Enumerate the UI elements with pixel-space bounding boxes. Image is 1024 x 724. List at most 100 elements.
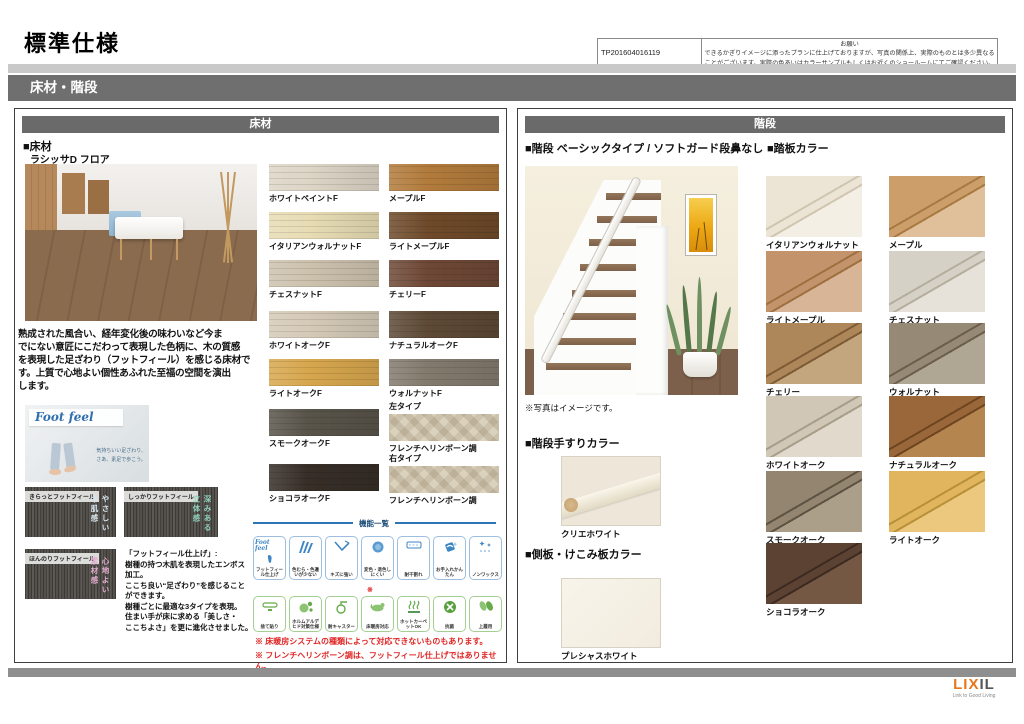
texture-tile-honnori: ほんのりフットフィール 心地よい素材感 [25, 549, 116, 599]
floor-swatch: チェスナットF [269, 260, 380, 300]
tread-swatch: ライトオーク [889, 471, 985, 546]
lixil-tagline: Link to Good Living [938, 693, 1010, 699]
tread-swatch: ナチュラルオーク [889, 396, 985, 471]
tread-swatch-image [766, 396, 862, 457]
photo-plant-leaf [697, 277, 702, 355]
footfeel-promo-image: Foot feel 気持ちいい足ざわり、 さあ、素足で歩こう。 [25, 405, 149, 482]
function-nonwax: ノンワックス [469, 536, 502, 580]
floor-panel-header: 床材 [22, 116, 499, 133]
floor-swatch: ナチュラルオークF [389, 311, 500, 351]
divider-bar-top [8, 64, 1016, 73]
floor-swatch: ホワイトオークF [269, 311, 380, 351]
photo-stair-tread [555, 338, 636, 345]
tread-swatch: メープル [889, 176, 985, 251]
photo-bench [115, 217, 182, 239]
footfeel-note: 「フットフィール仕上げ」: 樹種の持つ木肌を表現したエンボス 加工。 ここち良い… [125, 549, 263, 633]
function-formaldehyde: ホルムアルデヒド対策仕様 [289, 596, 322, 632]
photo-bench-leg [120, 239, 122, 259]
crack-resist-icon [406, 540, 422, 550]
nonwax-icon [478, 540, 494, 554]
tread-swatch: スモークオーク [766, 471, 862, 546]
stairs-heading: ■階段 ベーシックタイプ / ソフトガード段鼻なし [525, 140, 763, 156]
floor-swatch-image [389, 164, 499, 191]
floor-swatch: ショコラオークF [269, 464, 380, 504]
floor-swatch-image [389, 260, 499, 287]
tread-swatch-image [766, 176, 862, 237]
photo-stair-halfwall [636, 226, 668, 395]
photo-stair-tread [563, 313, 640, 320]
photo-bench-leg [150, 239, 152, 259]
floor-swatch-image [269, 260, 379, 287]
divider-bar-bottom [8, 668, 1016, 677]
floor-swatch-image [269, 164, 379, 191]
hot-carpet-icon [406, 600, 422, 614]
photo-stair-tread [597, 216, 657, 223]
photo-wall-art-print [689, 198, 713, 252]
floor-swatch: イタリアンウォルナットF [269, 212, 380, 252]
function-fade-resistant: 変色・退色しにくい [361, 536, 394, 580]
function-caster: 耐キャスター [325, 596, 358, 632]
notice-title: お願い [702, 40, 997, 49]
floor-swatch: ライトオークF [269, 359, 380, 399]
function-slippers: 上履用 [469, 596, 502, 632]
handrail-rod [561, 468, 661, 521]
subfloor-icon [262, 600, 278, 612]
floor-description: 熟成された風合い、経年変化後の味わいなど今ま でにない意匠にこだわって表現した色… [18, 328, 262, 393]
slippers-icon [478, 600, 494, 612]
photo-chair [88, 180, 109, 215]
floor-swatch-image [389, 359, 499, 386]
photo-plant-leaf [715, 306, 733, 356]
function-color-even: 色むら・色違いが少ない [289, 536, 322, 580]
photo-chair [62, 173, 85, 214]
function-list-title: 機能一覧 [353, 518, 395, 529]
handrail-color-name: クリエホワイト [561, 528, 621, 540]
handrail-heading: ■階段手すりカラー [525, 435, 620, 451]
tread-swatch: チェスナット [889, 251, 985, 326]
tread-swatch: イタリアンウォルナット [766, 176, 862, 251]
fade-resist-icon [371, 540, 385, 554]
floor-swatch-herringbone-right: 右タイプ フレンチヘリンボーン調 [389, 453, 500, 506]
texture-tile-caption: 深みある立体感 [191, 495, 213, 537]
floor-swatch-image [389, 212, 499, 239]
function-antibacterial: 抗菌 [433, 596, 466, 632]
notice-table: TP201604016119 お願い できるかぎりイメージに添ったプランに仕上げ… [597, 38, 998, 66]
caster-icon [334, 600, 350, 614]
floor-swatch-image [269, 409, 379, 436]
floor-swatch: ライトメープルF [389, 212, 500, 252]
floor-panel: 床材 ■床材 ラシッサD フロア 熟成された風合い、経年変化後の味わいなど今ま … [14, 108, 507, 663]
art-branch [704, 222, 708, 250]
footfeel-icon: Foot feel [255, 540, 284, 552]
floor-note-1: ※ 床暖房システムの種類によって対応できないものもあります。 [255, 636, 488, 647]
footfeel-caption: 気持ちいい足ざわり、 さあ、素足で歩こう。 [96, 447, 146, 464]
sideboard-heading: ■側板・けこみ板カラー [525, 546, 642, 562]
function-scratch-resistant: キズに強い [325, 536, 358, 580]
floor-swatch: メープルF [389, 164, 500, 204]
tread-swatch: チェリー [766, 323, 862, 398]
texture-tile-label: しっかりフットフィール [124, 491, 198, 502]
sideboard-color-name: プレシャスホワイト [561, 650, 638, 662]
lixil-logo: LIXIL Link to Good Living [938, 677, 1010, 699]
floor-swatch-image [389, 466, 499, 493]
stairs-panel-header: 階段 [525, 116, 1005, 133]
easy-clean-icon [442, 540, 458, 554]
handrail-rod-end [564, 498, 578, 512]
sideboard-swatch [561, 578, 661, 648]
floor-heating-asterisk: ※ [367, 586, 373, 594]
floor-swatch-image [269, 212, 379, 239]
art-branch [695, 228, 699, 250]
photo-leg [50, 443, 61, 471]
tread-swatch-image [889, 396, 985, 457]
function-crack-resistant: 耐干割れ [397, 536, 430, 580]
stairs-panel: 階段 ■階段 ベーシックタイプ / ソフトガード段鼻なし ■踏板カラー [517, 108, 1013, 663]
tread-swatch-image [889, 471, 985, 532]
floor-heating-icon [370, 600, 386, 612]
photo-stair-tread [546, 363, 631, 370]
photo-plant-pot [683, 352, 717, 377]
texture-tile-label: きらっとフットフィール [25, 491, 99, 502]
function-easy-care: お手入れかんたん [433, 536, 466, 580]
function-floor-heating: 床暖房対応 [361, 596, 394, 632]
tread-swatch-image [766, 543, 862, 604]
footfeel-logo: Foot feel [29, 409, 123, 426]
texture-tile-shikkari: しっかりフットフィール 深みある立体感 [124, 487, 218, 537]
tread-color-heading: ■踏板カラー [767, 140, 829, 156]
